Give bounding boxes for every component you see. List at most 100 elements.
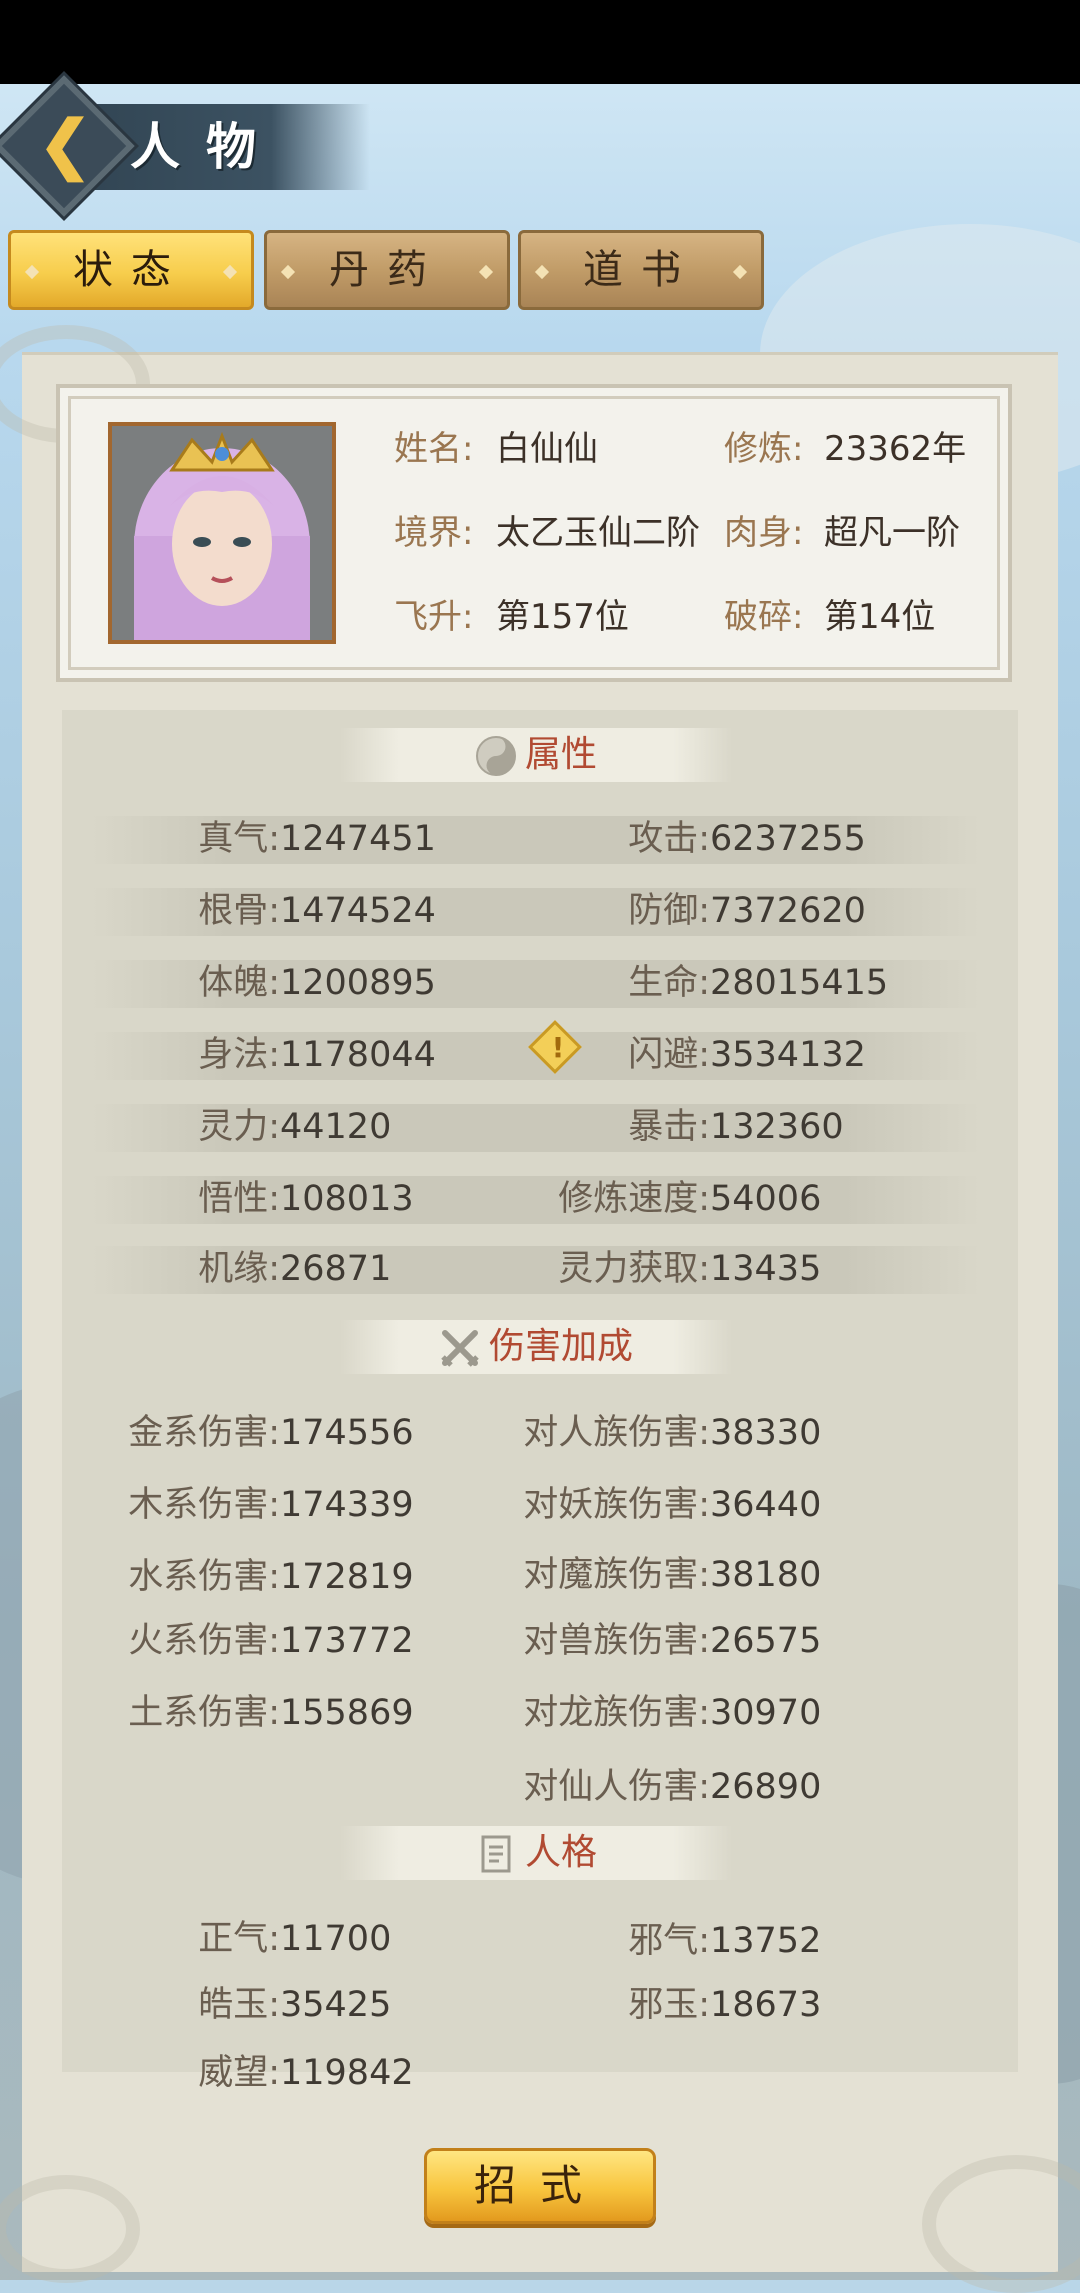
attr-left-value: 44120: [280, 1107, 392, 1147]
personality-right-label: 邪气:: [628, 1921, 710, 1961]
attr-left-label: 机缘:: [198, 1249, 280, 1289]
attr-left-label: 体魄:: [198, 963, 280, 1003]
attr-right-value: 6237255: [710, 819, 866, 859]
tab-label: 状态: [73, 247, 189, 293]
section-title: 伤害加成: [488, 1326, 633, 1367]
personality-left-value: 119842: [280, 2053, 414, 2093]
damage-left-label: 木系伤害:: [128, 1485, 280, 1525]
personality-left-value: 11700: [280, 1919, 392, 1959]
body-value: 超凡一阶: [824, 513, 960, 553]
attr-right-label: 攻击:: [628, 819, 710, 859]
damage-right-label: 对妖族伤害:: [523, 1485, 710, 1525]
attr-right-value: 3534132: [710, 1035, 866, 1075]
tab-ornament-icon: [24, 264, 40, 280]
tab-pills[interactable]: 丹药: [264, 230, 510, 310]
damage-left-label: 火系伤害:: [128, 1621, 280, 1661]
personality-left-value: 35425: [280, 1985, 392, 2025]
personality-right-value: 13752: [710, 1921, 822, 1961]
name-value: 白仙仙: [496, 429, 598, 469]
attr-left-value: 108013: [280, 1179, 414, 1219]
damage-right-label: 对龙族伤害:: [523, 1693, 710, 1733]
attr-right-value: 28015415: [710, 963, 889, 1003]
ascend-value: 第157位: [496, 597, 629, 637]
attr-left-label: 身法:: [198, 1035, 280, 1075]
attr-left-value: 1474524: [280, 891, 436, 931]
tab-ornament-icon: [222, 264, 238, 280]
section-title: 属性: [524, 734, 597, 775]
attr-left-label: 灵力:: [198, 1107, 280, 1147]
realm-value: 太乙玉仙二阶: [496, 513, 700, 553]
tab-label: 丹药: [329, 247, 445, 293]
personality-left-label: 威望:: [198, 2053, 280, 2093]
damage-right-label: 对仙人伤害:: [523, 1767, 710, 1807]
chevron-left-icon[interactable]: ❮: [30, 110, 100, 180]
section-damage-header: 伤害加成: [340, 1320, 732, 1374]
damage-right-value: 30970: [710, 1693, 822, 1733]
attr-right-value: 132360: [710, 1107, 844, 1147]
status-bar: [0, 0, 1080, 84]
attr-right-label: 暴击:: [628, 1107, 710, 1147]
section-personality-header: 人格: [340, 1826, 732, 1880]
damage-right-value: 38330: [710, 1413, 822, 1453]
page-title: 人物: [130, 117, 282, 176]
attr-right-label: 闪避:: [628, 1035, 710, 1075]
body-label: 肉身:: [724, 513, 804, 553]
yin-yang-icon: [475, 736, 516, 776]
attr-left-value: 1200895: [280, 963, 436, 1003]
ascend-label: 飞升:: [394, 597, 474, 637]
damage-left-value: 155869: [280, 1693, 414, 1733]
shatter-value: 第14位: [824, 597, 936, 637]
attr-left-label: 真气:: [198, 819, 280, 859]
personality-right-label: 邪玉:: [628, 1985, 710, 2025]
skills-button[interactable]: 招式: [424, 2148, 656, 2224]
tab-ornament-icon: [280, 264, 296, 280]
damage-right-value: 26575: [710, 1621, 822, 1661]
damage-right-label: 对魔族伤害:: [523, 1555, 710, 1595]
damage-left-value: 174556: [280, 1413, 414, 1453]
attr-left-label: 悟性:: [198, 1179, 280, 1219]
damage-left-label: 土系伤害:: [128, 1693, 280, 1733]
tab-ornament-icon: [534, 264, 550, 280]
tab-status[interactable]: 状态: [8, 230, 254, 310]
crossed-swords-icon: [441, 1330, 479, 1367]
attr-left-value: 1178044: [280, 1035, 436, 1075]
attr-left-label: 根骨:: [198, 891, 280, 931]
attr-right-label: 灵力获取:: [558, 1249, 710, 1289]
personality-right-value: 18673: [710, 1985, 822, 2025]
damage-left-value: 172819: [280, 1557, 414, 1597]
shatter-label: 破碎:: [724, 597, 804, 637]
attr-right-label: 修炼速度:: [558, 1179, 710, 1219]
damage-right-value: 26890: [710, 1767, 822, 1807]
section-attributes-header: 属性: [340, 728, 732, 782]
personality-left-label: 正气:: [198, 1919, 280, 1959]
cultivation-value: 23362年: [824, 429, 967, 469]
realm-label: 境界:: [394, 513, 474, 553]
attr-left-value: 1247451: [280, 819, 436, 859]
damage-right-label: 对人族伤害:: [523, 1413, 710, 1453]
damage-left-value: 173772: [280, 1621, 414, 1661]
section-title: 人格: [524, 1832, 597, 1873]
attr-right-value: 54006: [710, 1179, 822, 1219]
attr-left-value: 26871: [280, 1249, 392, 1289]
damage-right-label: 对兽族伤害:: [523, 1621, 710, 1661]
damage-left-label: 水系伤害:: [128, 1557, 280, 1597]
warning-mark-icon: !: [551, 1031, 565, 1064]
personality-left-label: 皓玉:: [198, 1985, 280, 2025]
attr-right-label: 生命:: [628, 963, 710, 1003]
name-label: 姓名:: [394, 429, 474, 469]
attr-right-value: 13435: [710, 1249, 822, 1289]
character-avatar-icon: [112, 426, 332, 640]
damage-right-value: 36440: [710, 1485, 822, 1525]
damage-left-value: 174339: [280, 1485, 414, 1525]
tab-ornament-icon: [732, 264, 748, 280]
damage-right-value: 38180: [710, 1555, 822, 1595]
tab-ornament-icon: [478, 264, 494, 280]
cultivation-label: 修炼:: [724, 429, 804, 469]
tab-label: 道书: [583, 247, 699, 293]
tab-books[interactable]: 道书: [518, 230, 764, 310]
damage-left-label: 金系伤害:: [128, 1413, 280, 1453]
scroll-icon: [481, 1835, 511, 1873]
attr-right-value: 7372620: [710, 891, 866, 931]
attr-right-label: 防御:: [628, 891, 710, 931]
character-portrait[interactable]: [108, 422, 336, 644]
